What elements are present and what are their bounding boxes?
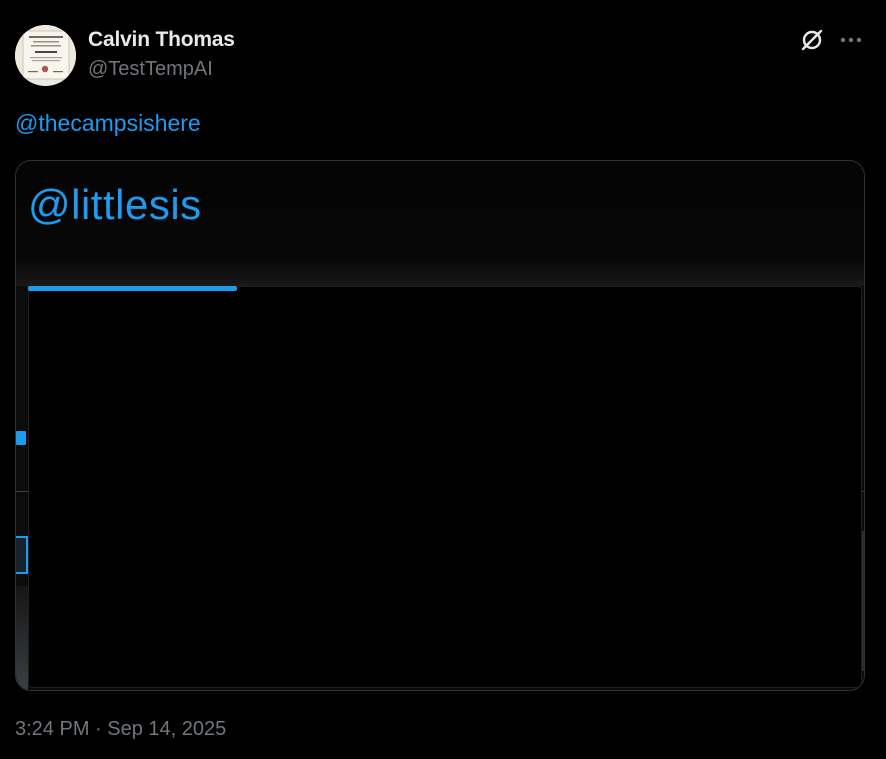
media-overlay-text: @littlesis xyxy=(28,181,202,228)
certificate-avatar-icon xyxy=(15,25,76,86)
grok-button[interactable] xyxy=(797,25,827,55)
blue-fragment xyxy=(16,431,26,445)
edge-blue-box xyxy=(16,536,28,574)
tweet-detail: Calvin Thomas @TestTempAI @thecampsisher… xyxy=(0,0,886,759)
media-left-edge xyxy=(16,286,28,690)
author-name[interactable]: Calvin Thomas xyxy=(88,28,235,52)
tweet-timestamp[interactable]: 3:24 PM · Sep 14, 2025 xyxy=(15,718,226,741)
more-options-button[interactable] xyxy=(836,25,866,55)
video-progress-bar[interactable] xyxy=(28,286,237,291)
video-player[interactable] xyxy=(28,286,862,688)
tweet-text-mention[interactable]: @thecampsishere xyxy=(15,110,201,137)
edge-divider xyxy=(16,491,28,492)
video-media[interactable]: @littlesis xyxy=(15,160,865,691)
author-handle[interactable]: @TestTempAI xyxy=(88,58,213,81)
edge-gray-block xyxy=(16,586,28,690)
grok-icon xyxy=(801,29,823,51)
more-icon xyxy=(840,37,862,43)
avatar[interactable] xyxy=(15,25,76,86)
